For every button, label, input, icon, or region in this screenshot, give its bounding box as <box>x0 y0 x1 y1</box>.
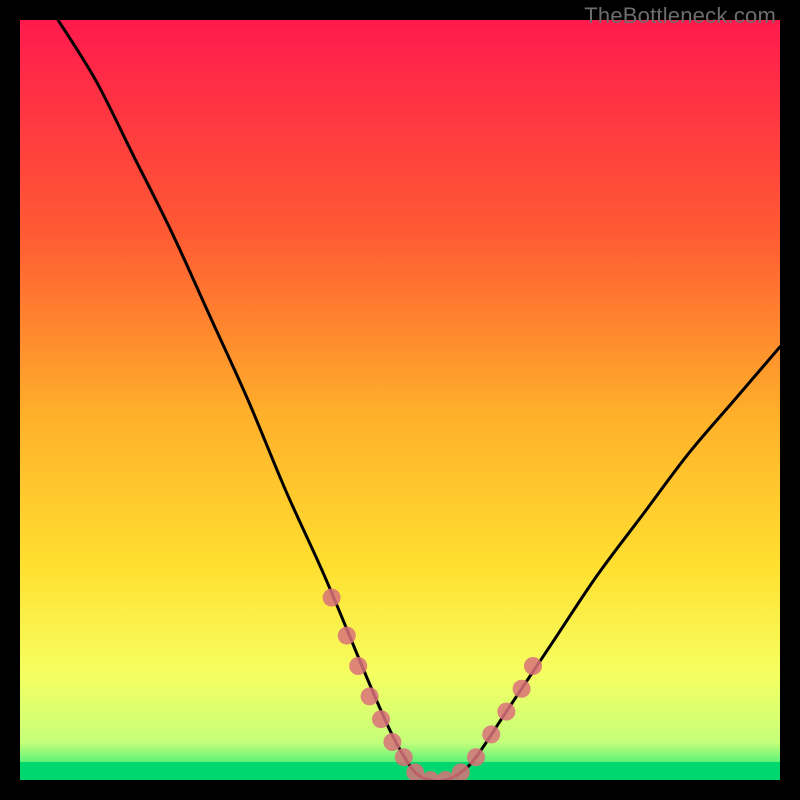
highlight-point <box>513 680 531 698</box>
bottleneck-chart <box>20 20 780 780</box>
gradient-background <box>20 20 780 780</box>
highlight-point <box>467 748 485 766</box>
watermark-text: TheBottleneck.com <box>584 3 776 29</box>
highlight-point <box>395 748 413 766</box>
highlight-point <box>524 657 542 675</box>
highlight-point <box>497 703 515 721</box>
highlight-point <box>338 627 356 645</box>
highlight-point <box>361 687 379 705</box>
highlight-point <box>372 710 390 728</box>
highlight-point <box>383 733 401 751</box>
highlight-point <box>482 725 500 743</box>
highlight-point <box>349 657 367 675</box>
highlight-point <box>323 589 341 607</box>
chart-frame <box>20 20 780 780</box>
